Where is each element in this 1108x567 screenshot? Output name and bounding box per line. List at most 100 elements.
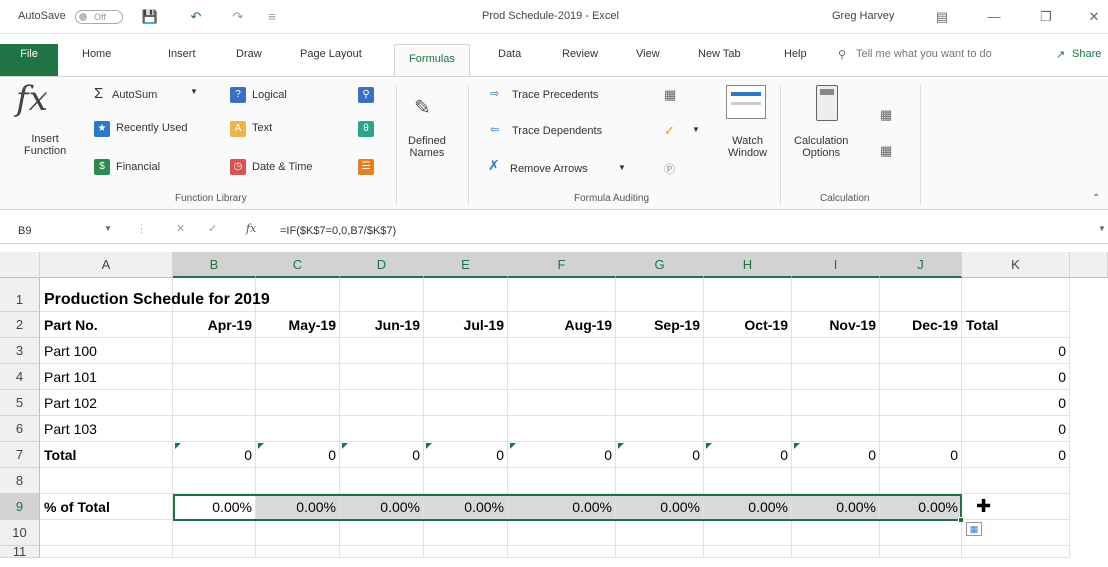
column-header-b[interactable]: B <box>173 252 256 278</box>
part-total[interactable]: 0 <box>962 338 1070 364</box>
month-total[interactable]: 0 <box>792 442 880 468</box>
save-icon[interactable]: 💾 <box>140 7 160 27</box>
grid-cell[interactable] <box>173 416 256 442</box>
grid-cell[interactable] <box>256 546 340 558</box>
grid-cell[interactable] <box>704 338 792 364</box>
more-functions-icon[interactable]: ☰ <box>358 159 374 175</box>
chevron-down-icon[interactable]: ▼ <box>692 125 700 134</box>
watch-window-button[interactable]: Watch Window <box>728 135 767 159</box>
column-header-g[interactable]: G <box>616 252 704 278</box>
grid-cell[interactable] <box>340 338 424 364</box>
tab-new-tab[interactable]: New Tab <box>698 48 741 60</box>
grid-cell[interactable] <box>256 390 340 416</box>
row-header-9[interactable]: 9 <box>0 494 40 520</box>
grid-cell[interactable] <box>424 520 508 546</box>
grid-cell[interactable] <box>616 416 704 442</box>
grid-cell[interactable] <box>616 278 704 312</box>
sheet-title[interactable]: Production Schedule for 2019 <box>40 278 573 312</box>
part-total[interactable]: 0 <box>962 416 1070 442</box>
grid-cell[interactable] <box>704 390 792 416</box>
column-label-7[interactable]: Oct-19 <box>704 312 792 338</box>
grid-cell[interactable] <box>880 278 962 312</box>
grid-cell[interactable] <box>508 416 616 442</box>
grid-cell[interactable] <box>340 546 424 558</box>
grid-cell[interactable] <box>340 390 424 416</box>
chevron-down-icon[interactable]: ▼ <box>190 87 198 96</box>
calculate-now-icon[interactable]: ▦ <box>880 107 892 123</box>
column-label-3[interactable]: Jun-19 <box>340 312 424 338</box>
column-header-j[interactable]: J <box>880 252 962 278</box>
autosave-toggle[interactable]: Off <box>75 10 123 24</box>
grid-cell[interactable] <box>340 364 424 390</box>
column-header-e[interactable]: E <box>424 252 508 278</box>
grid-cell[interactable] <box>704 278 792 312</box>
grid-cell[interactable] <box>880 468 962 494</box>
row-header-7[interactable]: 7 <box>0 442 40 468</box>
month-total[interactable]: 0 <box>173 442 256 468</box>
column-label-6[interactable]: Sep-19 <box>616 312 704 338</box>
grid-cell[interactable] <box>704 468 792 494</box>
tab-formulas[interactable]: Formulas <box>394 44 470 76</box>
grid-cell[interactable] <box>792 520 880 546</box>
grid-cell[interactable] <box>256 364 340 390</box>
tab-draw[interactable]: Draw <box>236 48 262 60</box>
grid-cell[interactable] <box>792 416 880 442</box>
grid-cell[interactable] <box>880 416 962 442</box>
grid-cell[interactable] <box>616 546 704 558</box>
grid-cell[interactable] <box>508 338 616 364</box>
row-header-4[interactable]: 4 <box>0 364 40 390</box>
row-header-2[interactable]: 2 <box>0 312 40 338</box>
part-label[interactable]: Part 100 <box>40 338 173 364</box>
row-header-6[interactable]: 6 <box>0 416 40 442</box>
grid-cell[interactable] <box>508 520 616 546</box>
trace-dependents-button[interactable]: Trace Dependents <box>512 125 602 137</box>
grid-cell[interactable] <box>880 390 962 416</box>
grid-cell[interactable] <box>962 468 1070 494</box>
row-header-11[interactable]: 11 <box>0 545 40 558</box>
grid-cell[interactable] <box>792 278 880 312</box>
month-total[interactable]: 0 <box>424 442 508 468</box>
restore-icon[interactable]: ❐ <box>1036 7 1056 27</box>
month-total[interactable]: 0 <box>704 442 792 468</box>
month-total[interactable]: 0 <box>256 442 340 468</box>
grid-cell[interactable] <box>792 468 880 494</box>
ribbon-display-icon[interactable]: ▤ <box>932 7 952 27</box>
grid-cell[interactable] <box>424 364 508 390</box>
grid-cell[interactable] <box>256 338 340 364</box>
show-formulas-icon[interactable]: ▦ <box>664 87 676 103</box>
grid-cell[interactable] <box>616 338 704 364</box>
grid-cell[interactable] <box>424 416 508 442</box>
insert-function-button[interactable]: Insert Function <box>24 133 66 157</box>
selection-range[interactable] <box>173 494 962 521</box>
grid-cell[interactable] <box>508 390 616 416</box>
date-time-button[interactable]: Date & Time <box>252 161 313 173</box>
total-label[interactable]: Total <box>40 442 173 468</box>
part-label[interactable]: Part 103 <box>40 416 173 442</box>
grid-cell[interactable] <box>508 546 616 558</box>
column-label-1[interactable]: Apr-19 <box>173 312 256 338</box>
tab-home[interactable]: Home <box>82 48 111 60</box>
collapse-ribbon-icon[interactable]: ⌃ <box>1092 193 1100 204</box>
grid-cell[interactable] <box>424 338 508 364</box>
grid-cell[interactable] <box>792 390 880 416</box>
part-label[interactable]: Part 102 <box>40 390 173 416</box>
calculate-sheet-icon[interactable]: ▦ <box>880 143 892 159</box>
column-label-0[interactable]: Part No. <box>40 312 173 338</box>
grid-cell[interactable] <box>962 546 1070 558</box>
grid-cell[interactable] <box>173 468 256 494</box>
column-header-i[interactable]: I <box>792 252 880 278</box>
grid-cell[interactable] <box>173 338 256 364</box>
tell-me-input[interactable]: Tell me what you want to do <box>856 48 992 60</box>
financial-button[interactable]: Financial <box>116 161 160 173</box>
column-label-5[interactable]: Aug-19 <box>508 312 616 338</box>
quick-analysis-icon[interactable]: ▦ <box>966 522 982 536</box>
undo-icon[interactable]: ↶ <box>186 7 206 27</box>
grid-cell[interactable] <box>704 546 792 558</box>
column-header-c[interactable]: C <box>256 252 340 278</box>
tab-page-layout[interactable]: Page Layout <box>300 48 362 60</box>
grid-cell[interactable] <box>40 520 173 546</box>
grid-cell[interactable] <box>792 338 880 364</box>
fill-handle[interactable] <box>958 517 964 523</box>
grid-cell[interactable] <box>508 364 616 390</box>
trace-precedents-button[interactable]: Trace Precedents <box>512 89 598 101</box>
